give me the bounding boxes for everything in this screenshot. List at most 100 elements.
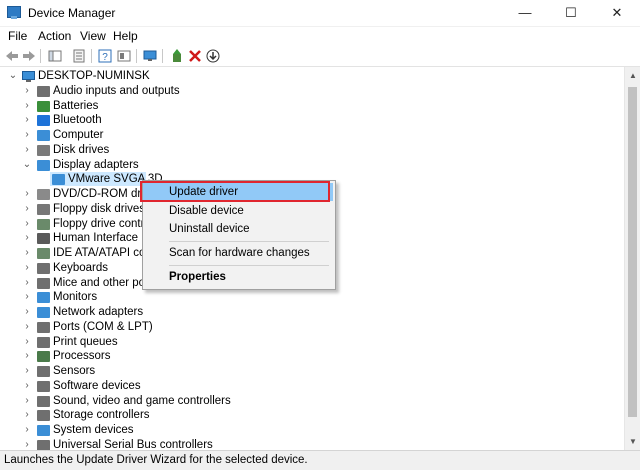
minimize-button[interactable]: — — [502, 0, 548, 26]
chevron-right-icon[interactable]: › — [22, 305, 32, 320]
chevron-right-icon[interactable]: › — [22, 202, 32, 217]
tree-item[interactable]: › Processors — [0, 349, 600, 364]
tree-item[interactable]: › Network adapters — [0, 305, 600, 320]
tree-item[interactable]: › Batteries — [0, 99, 600, 114]
tree-root[interactable]: ⌄ DESKTOP-NUMINSK — [0, 69, 300, 84]
device-category-icon — [37, 144, 50, 156]
tree-item[interactable]: › Ports (COM & LPT) — [0, 320, 600, 335]
chevron-down-icon[interactable]: ⌄ — [22, 158, 32, 173]
help-icon[interactable]: ? — [98, 49, 112, 63]
device-category-icon — [37, 248, 50, 259]
toolbar: ? — [0, 46, 640, 67]
tree-item-label: Human Interface De — [53, 232, 156, 245]
tree-item-label: Storage controllers — [53, 409, 150, 422]
chevron-right-icon[interactable]: › — [22, 290, 32, 305]
tree-item[interactable]: ⌄ Display adapters — [0, 158, 600, 173]
scan-hardware-menu-item[interactable]: Scan for hardware changes — [143, 244, 333, 262]
toolbar-separator — [40, 49, 41, 63]
device-category-icon — [37, 85, 50, 97]
window-title: Device Manager — [28, 6, 116, 20]
monitor-icon[interactable] — [143, 49, 157, 63]
title-bar: Device Manager — ☐ ✕ — [0, 0, 640, 27]
toolbar-separator — [162, 49, 163, 63]
menu-view[interactable]: View — [80, 29, 106, 43]
chevron-right-icon[interactable]: › — [22, 187, 32, 202]
chevron-right-icon[interactable]: › — [22, 423, 32, 438]
chevron-right-icon[interactable]: › — [22, 320, 32, 335]
maximize-button[interactable]: ☐ — [548, 0, 594, 26]
device-category-icon — [37, 336, 50, 348]
tree-item-label: Floppy disk drives — [53, 202, 146, 215]
uninstall-device-menu-item[interactable]: Uninstall device — [143, 220, 333, 238]
device-category-icon — [37, 233, 50, 245]
tree-item-label: Mice and other poin — [53, 276, 155, 289]
device-category-icon — [37, 115, 50, 127]
chevron-right-icon[interactable]: › — [22, 113, 32, 128]
update-driver-icon[interactable] — [170, 49, 184, 63]
chevron-right-icon[interactable]: › — [22, 349, 32, 364]
disable-device-menu-item[interactable]: Disable device — [143, 202, 333, 220]
uninstall-x-icon[interactable] — [188, 49, 202, 63]
chevron-right-icon[interactable]: › — [22, 128, 32, 143]
tree-item[interactable]: › Sensors — [0, 364, 600, 379]
chevron-right-icon[interactable]: › — [22, 143, 32, 158]
show-hide-tree-icon[interactable] — [48, 49, 62, 63]
status-text: Launches the Update Driver Wizard for th… — [4, 454, 308, 466]
device-category-icon — [37, 425, 50, 436]
device-category-icon — [37, 395, 50, 407]
chevron-right-icon[interactable]: › — [22, 99, 32, 114]
chevron-right-icon[interactable]: › — [22, 231, 32, 246]
tree-item[interactable]: › System devices — [0, 423, 600, 438]
tree-item[interactable]: › Software devices — [0, 379, 600, 394]
device-category-icon — [37, 410, 50, 422]
device-category-icon — [37, 277, 50, 289]
scroll-thumb[interactable] — [628, 87, 637, 417]
tree-item[interactable]: › Audio inputs and outputs — [0, 84, 600, 99]
device-category-icon — [37, 262, 50, 274]
tree-item[interactable]: › Bluetooth — [0, 113, 600, 128]
chevron-right-icon[interactable]: › — [22, 379, 32, 394]
menu-separator — [169, 241, 329, 242]
back-arrow-icon[interactable] — [5, 49, 19, 63]
menu-help[interactable]: Help — [113, 29, 138, 43]
device-category-icon — [37, 321, 50, 333]
chevron-right-icon[interactable]: › — [22, 408, 32, 423]
chevron-down-icon[interactable]: ⌄ — [8, 69, 18, 84]
tree-item[interactable]: › Storage controllers — [0, 408, 600, 423]
tree-item-label: Floppy drive control — [53, 217, 154, 230]
tree-item[interactable]: › Universal Serial Bus controllers — [0, 438, 600, 450]
tree-item[interactable]: › Computer — [0, 128, 600, 143]
chevron-right-icon[interactable]: › — [22, 246, 32, 261]
scroll-up-icon[interactable]: ▲ — [629, 71, 637, 80]
chevron-right-icon[interactable]: › — [22, 394, 32, 409]
device-category-icon — [37, 307, 50, 318]
properties-menu-item[interactable]: Properties — [143, 268, 333, 286]
view-icon[interactable] — [117, 49, 131, 63]
device-category-icon — [37, 351, 50, 363]
chevron-right-icon[interactable]: › — [22, 276, 32, 291]
close-button[interactable]: ✕ — [594, 0, 640, 26]
status-bar: Launches the Update Driver Wizard for th… — [0, 450, 640, 470]
chevron-right-icon[interactable]: › — [22, 438, 32, 450]
chevron-right-icon[interactable]: › — [22, 364, 32, 379]
device-category-icon — [37, 218, 50, 230]
tree-item-label: Keyboards — [53, 261, 108, 274]
scroll-down-icon[interactable]: ▼ — [629, 437, 637, 446]
vertical-scrollbar[interactable]: ▲ ▼ — [624, 67, 640, 450]
tree-item[interactable]: › Monitors — [0, 290, 600, 305]
scan-download-icon[interactable] — [206, 49, 220, 63]
chevron-right-icon[interactable]: › — [22, 261, 32, 276]
chevron-right-icon[interactable]: › — [22, 217, 32, 232]
tree-item[interactable]: › Sound, video and game controllers — [0, 394, 600, 409]
tree-item-label: Software devices — [53, 379, 141, 392]
tree-item[interactable]: › Print queues — [0, 335, 600, 350]
forward-arrow-icon[interactable] — [22, 49, 36, 63]
chevron-right-icon[interactable]: › — [22, 335, 32, 350]
tree-item[interactable]: › Disk drives — [0, 143, 600, 158]
menu-file[interactable]: File — [8, 29, 27, 43]
tree-item-label: Ports (COM & LPT) — [53, 320, 153, 333]
menu-action[interactable]: Action — [38, 29, 71, 43]
chevron-right-icon[interactable]: › — [22, 84, 32, 99]
tree-item-label: Universal Serial Bus controllers — [53, 438, 213, 450]
properties-icon[interactable] — [72, 49, 86, 63]
